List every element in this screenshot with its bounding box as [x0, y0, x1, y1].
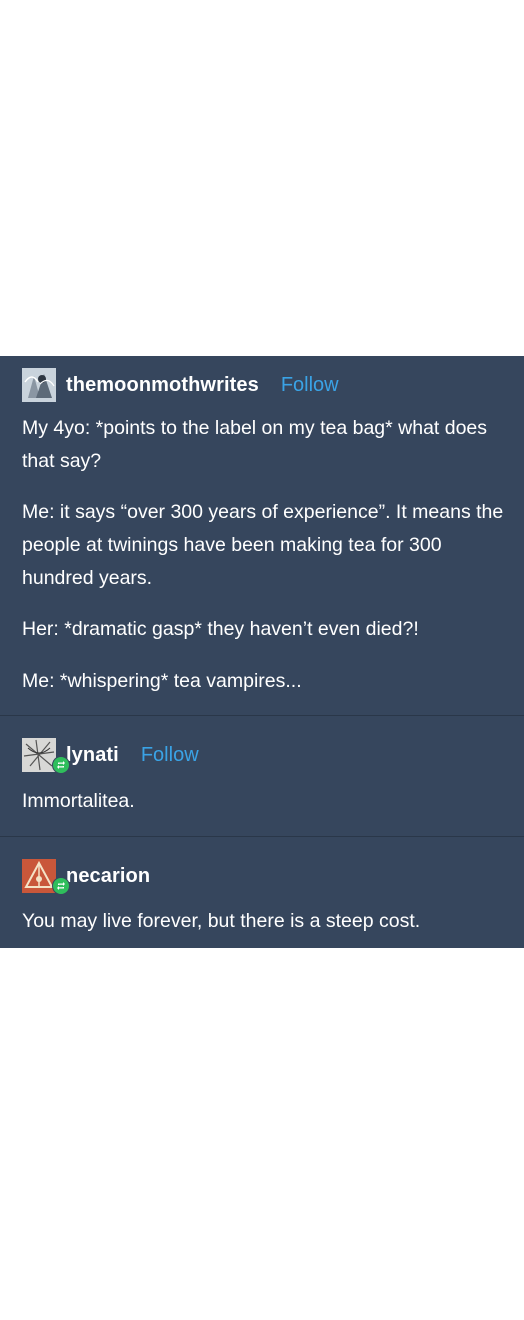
follow-button[interactable]: Follow — [281, 374, 339, 397]
post-paragraph: You may live forever, but there is a ste… — [22, 910, 421, 932]
triangle-avatar-icon[interactable] — [22, 859, 70, 895]
username[interactable]: necarion — [66, 865, 150, 888]
post-paragraph: Her: *dramatic gasp* they haven’t even d… — [22, 618, 419, 640]
post-header-lynati: lynati Follow — [22, 738, 199, 774]
tumblr-post-card: themoonmothwrites Follow My 4yo: *points… — [0, 356, 524, 948]
fairy-avatar-icon[interactable] — [22, 368, 56, 402]
reblog-divider — [0, 715, 524, 716]
post-paragraph: Me: it says “over 300 years of experienc… — [22, 501, 504, 589]
post-header-necarion: necarion — [22, 859, 150, 895]
post-header-themoonmothwrites: themoonmothwrites Follow — [22, 368, 339, 402]
post-paragraph: My 4yo: *points to the label on my tea b… — [22, 417, 488, 472]
post-paragraph: Immortalitea. — [22, 790, 135, 812]
username[interactable]: lynati — [66, 744, 119, 767]
sketch-avatar-icon[interactable] — [22, 738, 70, 774]
reblog-icon — [52, 756, 70, 774]
username[interactable]: themoonmothwrites — [66, 374, 259, 397]
reblog-icon — [52, 877, 70, 895]
post-paragraph: Me: *whispering* tea vampires... — [22, 670, 302, 692]
reblog-divider — [0, 836, 524, 837]
follow-button[interactable]: Follow — [141, 744, 199, 767]
page: themoonmothwrites Follow My 4yo: *points… — [0, 0, 524, 1320]
